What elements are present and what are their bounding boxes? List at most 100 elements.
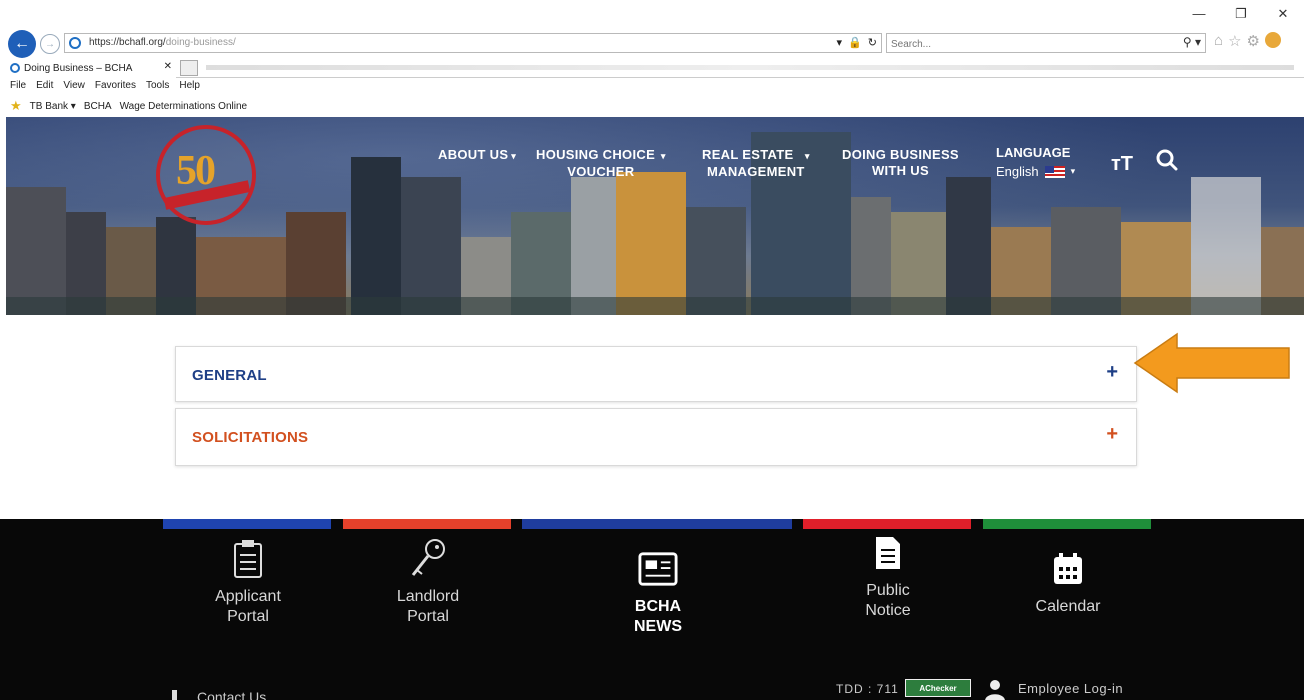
restore-button[interactable]: ❐: [1234, 6, 1248, 22]
home-icon[interactable]: ⌂: [1214, 32, 1223, 50]
accordion-solicitations[interactable]: SOLICITATIONS +: [175, 408, 1137, 466]
chevron-down-icon: ▾: [511, 151, 517, 161]
newspaper-icon: [638, 547, 678, 591]
lock-icon[interactable]: 🔒: [848, 36, 862, 49]
back-button[interactable]: ←: [8, 30, 36, 58]
accordion-solicitations-label: SOLICITATIONS: [192, 429, 309, 446]
nav-real-estate-management[interactable]: REAL ESTATE ▾ MANAGEMENT: [702, 147, 810, 180]
achecker-label: AChecker: [919, 683, 957, 693]
footer-news-line2: NEWS: [634, 618, 682, 635]
address-url[interactable]: https://bchafl.org/doing-business/: [89, 37, 236, 48]
address-tools: ▾ 🔒 ↻: [837, 36, 877, 49]
forward-button[interactable]: →: [40, 34, 60, 54]
nav-housing-choice-voucher[interactable]: HOUSING CHOICE ▾ VOUCHER: [536, 147, 666, 180]
tab-doing-business[interactable]: Doing Business – BCHA ✕: [6, 58, 176, 78]
settings-gear-icon[interactable]: ⚙: [1247, 32, 1260, 50]
footer-notice-line2: Notice: [865, 602, 911, 619]
tab-close-icon[interactable]: ✕: [164, 61, 172, 72]
refresh-icon[interactable]: ↻: [868, 36, 877, 49]
browser-search-input[interactable]: [887, 35, 1157, 54]
nav-doing-business-label: DOING BUSINESS: [842, 147, 959, 162]
address-row: ← → https://bchafl.org/doing-business/ ▾…: [6, 30, 1298, 58]
fav-bcha[interactable]: BCHA: [84, 101, 112, 112]
back-arrow-icon: ←: [14, 35, 30, 52]
browser-search-box: ⚲ ▾: [886, 33, 1206, 54]
tab-strip: Doing Business – BCHA ✕: [6, 58, 1304, 78]
menu-favorites[interactable]: Favorites: [95, 80, 136, 91]
nav-doing-business-label2: WITH US: [871, 163, 929, 178]
hero-header: 50 ABOUT US ▾ HOUSING CHOICE ▾ VOUCHER RE…: [6, 117, 1304, 315]
contact-us-link[interactable]: Contact Us: [172, 689, 266, 700]
footer-stripe-orange: [343, 519, 511, 529]
nav-housing-label2: VOUCHER: [567, 164, 635, 179]
logo-fifty: 50: [176, 148, 216, 194]
footer-applicant-portal[interactable]: Applicant Portal: [196, 537, 300, 627]
chevron-down-icon: ▾: [658, 151, 666, 161]
window-controls: — ❐ ✕: [1192, 6, 1290, 22]
tdd-number: TDD : 711: [836, 682, 899, 696]
accordion-general[interactable]: GENERAL +: [175, 346, 1137, 402]
expand-plus-icon[interactable]: +: [1106, 423, 1118, 446]
chevron-down-icon: ▾: [796, 151, 810, 161]
clipboard-icon: [228, 537, 268, 581]
language-label: LANGUAGE: [996, 145, 1071, 160]
footer-stripe-green: [983, 519, 1151, 529]
phone-icon: [172, 690, 177, 700]
footer-landlord-line2: Portal: [407, 608, 449, 625]
minimize-button[interactable]: —: [1192, 6, 1206, 22]
footer-applicant-line2: Portal: [227, 608, 269, 625]
tab-strip-fill: [206, 65, 1294, 70]
menu-view[interactable]: View: [63, 80, 85, 91]
language-selector[interactable]: LANGUAGE English ▾: [996, 145, 1075, 179]
tab-ie-icon: [10, 63, 20, 73]
footer-landlord-portal[interactable]: Landlord Portal: [376, 537, 480, 627]
nav-about-us[interactable]: ABOUT US ▾: [438, 147, 516, 164]
contact-us-label: Contact Us: [197, 689, 267, 700]
menu-help[interactable]: Help: [179, 80, 200, 91]
annotation-arrow-icon: [1133, 332, 1290, 394]
document-icon: [868, 531, 908, 575]
us-flag-icon: [1044, 165, 1065, 178]
footer-public-notice[interactable]: Public Notice: [836, 531, 940, 621]
nav-housing-label: HOUSING CHOICE: [536, 147, 656, 162]
nav-real-estate-label: REAL ESTATE: [702, 147, 794, 162]
dropdown-icon[interactable]: ▾: [837, 36, 843, 49]
url-path: doing-business/: [165, 37, 236, 48]
menu-file[interactable]: File: [10, 80, 26, 91]
nav-doing-business[interactable]: DOING BUSINESS WITH US: [842, 147, 959, 179]
footer-applicant-line1: Applicant: [215, 588, 281, 605]
close-button[interactable]: ✕: [1276, 6, 1290, 22]
favorites-star-icon[interactable]: ☆: [1228, 32, 1241, 50]
menu-edit[interactable]: Edit: [36, 80, 53, 91]
favorites-star-icon[interactable]: ★: [10, 98, 22, 114]
footer-stripe-red: [803, 519, 971, 529]
key-icon: [408, 537, 448, 581]
footer-calendar[interactable]: Calendar: [1016, 547, 1120, 617]
fav-tb-bank[interactable]: TB Bank ▾: [30, 101, 76, 112]
text-size-icon[interactable]: тT: [1111, 153, 1133, 176]
calendar-icon: [1048, 547, 1088, 591]
bcha-50-logo[interactable]: 50: [156, 125, 256, 225]
nav-real-estate-label2: MANAGEMENT: [707, 164, 805, 179]
employee-login-link[interactable]: Employee Log-in: [1018, 681, 1123, 696]
feedback-smiley-icon[interactable]: [1264, 32, 1281, 48]
tab-title: Doing Business – BCHA: [24, 62, 133, 74]
favorites-bar: ★ TB Bank ▾ BCHA Wage Determinations Onl…: [10, 98, 247, 114]
footer-bcha-news[interactable]: BCHA NEWS: [606, 547, 710, 637]
search-icon[interactable]: [1156, 149, 1178, 171]
language-dropdown[interactable]: English ▾: [996, 164, 1075, 179]
forward-arrow-icon: →: [45, 38, 55, 50]
menu-tools[interactable]: Tools: [146, 80, 169, 91]
fav-wage-determinations[interactable]: Wage Determinations Online: [120, 101, 247, 112]
address-bar[interactable]: https://bchafl.org/doing-business/ ▾ 🔒 ↻: [64, 33, 882, 53]
site-footer: Applicant Portal Landlord Portal BCHA NE…: [0, 519, 1304, 700]
new-tab-button[interactable]: [180, 60, 198, 76]
footer-stripe-navy: [522, 519, 792, 529]
menu-bar: File Edit View Favorites Tools Help: [10, 80, 200, 91]
ie-page-icon: [69, 37, 81, 49]
achecker-badge[interactable]: AChecker: [905, 679, 971, 697]
expand-plus-icon[interactable]: +: [1106, 361, 1118, 384]
search-go-icon[interactable]: ⚲ ▾: [1183, 35, 1201, 49]
footer-notice-line1: Public: [866, 582, 910, 599]
accordion-general-label: GENERAL: [192, 367, 267, 384]
